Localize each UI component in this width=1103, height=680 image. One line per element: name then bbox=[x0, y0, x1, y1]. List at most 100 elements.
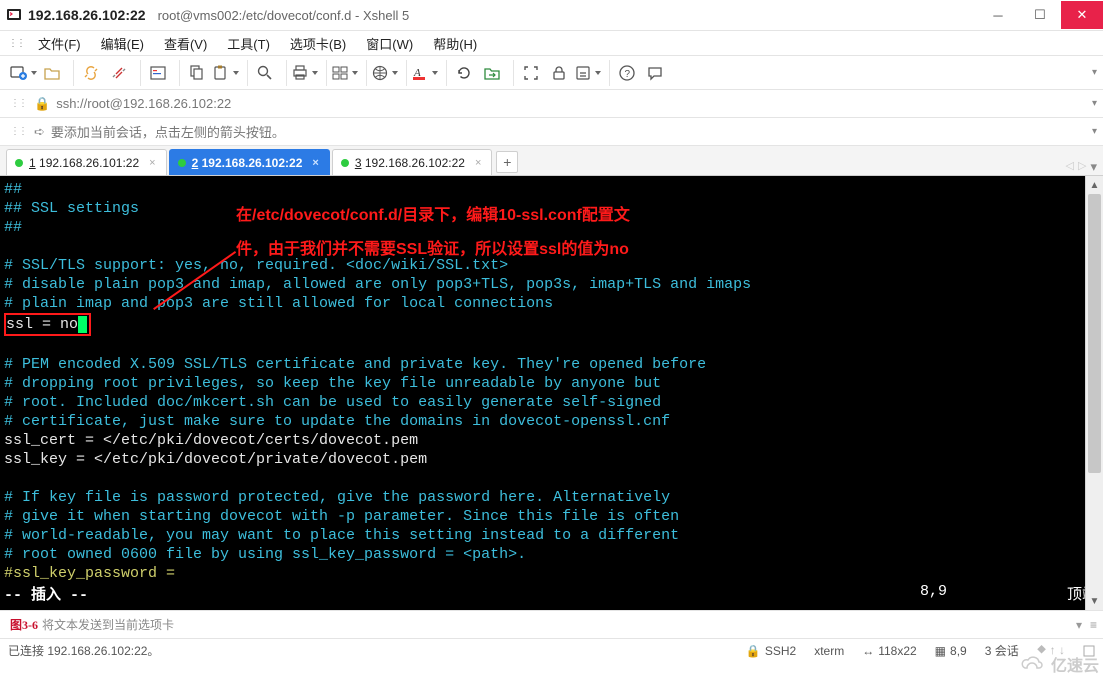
annotation-text: 在/etc/dovecot/conf.d/目录下，编辑10-ssl.conf配置… bbox=[236, 204, 630, 262]
tab-label: 192.168.26.102:22 bbox=[202, 156, 303, 170]
term-size: 118x22 bbox=[878, 644, 916, 658]
tab-bar: 1 192.168.26.101:22 × 2 192.168.26.102:2… bbox=[0, 146, 1103, 176]
toolbar-overflow-icon[interactable]: ▾ bbox=[1092, 67, 1097, 78]
session-tab-3[interactable]: 3 192.168.26.102:22 × bbox=[332, 149, 493, 175]
editor-mode: -- 插入 -- bbox=[4, 583, 88, 604]
address-overflow-icon[interactable]: ▾ bbox=[1092, 98, 1097, 109]
tab-index: 2 bbox=[192, 156, 199, 170]
chevron-down-icon bbox=[392, 71, 398, 75]
chevron-down-icon bbox=[31, 71, 37, 75]
menu-edit[interactable]: 编辑(E) bbox=[91, 34, 154, 53]
toolbar: A ? ▾ bbox=[0, 56, 1103, 90]
tab-scroll-left-icon[interactable]: ◁ bbox=[1066, 159, 1074, 175]
xftp-button[interactable] bbox=[479, 60, 505, 86]
resize-icon: ↔ bbox=[862, 644, 874, 658]
session-tab-2[interactable]: 2 192.168.26.102:22 × bbox=[169, 149, 330, 175]
tab-label: 192.168.26.101:22 bbox=[39, 156, 139, 170]
session-url[interactable]: ssh://root@192.168.26.102:22 bbox=[56, 96, 231, 111]
tab-list-dropdown-icon[interactable]: ▾ bbox=[1090, 159, 1097, 175]
status-bar: 已连接 192.168.26.102:22。 🔒 SSH2 xterm ↔ 11… bbox=[0, 638, 1103, 662]
chevron-down-icon bbox=[432, 71, 438, 75]
minimize-button[interactable]: ─ bbox=[977, 1, 1019, 29]
size-seg: ↔ 118x22 bbox=[862, 644, 916, 658]
proto-label: SSH2 bbox=[765, 644, 796, 658]
connection-status: 已连接 192.168.26.102:22。 bbox=[8, 642, 159, 659]
hint-bar: ⋮⋮ ➪ 要添加当前会话，点击左侧的箭头按钮。 ▾ bbox=[0, 118, 1103, 146]
chevron-down-icon bbox=[312, 71, 318, 75]
editor-cursor: 8,9 bbox=[920, 583, 947, 604]
refresh-button[interactable] bbox=[451, 60, 477, 86]
term-type: xterm bbox=[814, 644, 844, 658]
close-tab-icon[interactable]: × bbox=[312, 157, 318, 169]
session-nav[interactable]: ⯁ ↑ ↓ bbox=[1037, 643, 1065, 658]
maximize-button[interactable]: ☐ bbox=[1019, 1, 1061, 29]
close-button[interactable]: ✕ bbox=[1061, 1, 1103, 29]
menu-view[interactable]: 查看(V) bbox=[154, 34, 217, 53]
menu-tool[interactable]: 工具(T) bbox=[217, 34, 280, 53]
close-tab-icon[interactable]: × bbox=[149, 157, 155, 169]
find-button[interactable] bbox=[252, 60, 278, 86]
new-session-button[interactable] bbox=[10, 60, 37, 86]
open-session-button[interactable] bbox=[39, 60, 65, 86]
editor-status-row: -- 插入 -- 8,9 顶端 bbox=[4, 583, 1097, 604]
hint-text: 要添加当前会话，点击左侧的箭头按钮。 bbox=[51, 122, 285, 141]
chat-button[interactable] bbox=[642, 60, 668, 86]
chevron-down-icon bbox=[352, 71, 358, 75]
encoding-button[interactable] bbox=[371, 60, 398, 86]
grip-icon: ⋮⋮ bbox=[10, 98, 26, 109]
annotation-line-1: 在/etc/dovecot/conf.d/目录下，编辑10-ssl.conf配置… bbox=[236, 204, 630, 228]
grid-icon: ▦ bbox=[935, 644, 946, 658]
term-rowcol: 8,9 bbox=[950, 644, 967, 658]
send-text-bar: 图3-6 将文本发送到当前选项卡 ▾ ≡ bbox=[0, 610, 1103, 638]
window-title-ip: 192.168.26.102:22 bbox=[28, 7, 146, 23]
vertical-scrollbar[interactable]: ▲ ▼ bbox=[1085, 176, 1103, 610]
hint-overflow-icon[interactable]: ▾ bbox=[1092, 126, 1097, 137]
new-tab-button[interactable]: + bbox=[496, 151, 518, 173]
close-tab-icon[interactable]: × bbox=[475, 157, 481, 169]
menu-help[interactable]: 帮助(H) bbox=[423, 34, 487, 53]
tab-scroll-right-icon[interactable]: ▷ bbox=[1078, 159, 1086, 175]
rowcol-seg: ▦ 8,9 bbox=[935, 644, 967, 658]
paste-button[interactable] bbox=[212, 60, 239, 86]
scroll-thumb[interactable] bbox=[1088, 194, 1101, 473]
help-button[interactable]: ? bbox=[614, 60, 640, 86]
send-menu-icon[interactable]: ≡ bbox=[1090, 618, 1097, 632]
address-bar: ⋮⋮ 🔒 ssh://root@192.168.26.102:22 ▾ bbox=[0, 90, 1103, 118]
reconnect-button[interactable] bbox=[78, 60, 104, 86]
fullscreen-button[interactable] bbox=[518, 60, 544, 86]
copy-button[interactable] bbox=[184, 60, 210, 86]
layout-button[interactable] bbox=[331, 60, 358, 86]
scroll-up-icon[interactable]: ▲ bbox=[1086, 176, 1103, 194]
properties-button[interactable] bbox=[145, 60, 171, 86]
session-tab-1[interactable]: 1 192.168.26.101:22 × bbox=[6, 149, 167, 175]
menu-window[interactable]: 窗口(W) bbox=[356, 34, 423, 53]
status-dot-icon bbox=[178, 159, 186, 167]
lock-button[interactable] bbox=[546, 60, 572, 86]
send-text-placeholder[interactable]: 将文本发送到当前选项卡 bbox=[42, 616, 174, 633]
font-color-button[interactable]: A bbox=[411, 60, 438, 86]
menu-bar: ⋮⋮ 文件(F) 编辑(E) 查看(V) 工具(T) 选项卡(B) 窗口(W) … bbox=[0, 30, 1103, 56]
lock-icon: 🔒 bbox=[34, 96, 50, 112]
arrow-icon[interactable]: ➪ bbox=[34, 124, 45, 140]
print-button[interactable] bbox=[291, 60, 318, 86]
menu-file[interactable]: 文件(F) bbox=[28, 34, 91, 53]
menu-tabs[interactable]: 选项卡(B) bbox=[280, 34, 356, 53]
menu-grip-icon: ⋮⋮ bbox=[8, 38, 24, 49]
grip-icon: ⋮⋮ bbox=[10, 126, 26, 137]
scroll-track[interactable] bbox=[1086, 194, 1103, 592]
disconnect-button[interactable] bbox=[106, 60, 132, 86]
scroll-down-icon[interactable]: ▼ bbox=[1086, 592, 1103, 610]
figure-label: 图3-6 bbox=[10, 616, 38, 633]
app-icon bbox=[6, 7, 22, 23]
caps-indicator bbox=[1083, 645, 1095, 657]
lock-icon: 🔒 bbox=[746, 644, 761, 658]
terminal-area: ## ## SSL settings ## # SSL/TLS support:… bbox=[0, 176, 1103, 610]
script-button[interactable] bbox=[574, 60, 601, 86]
title-bar: 192.168.26.102:22 root@vms002:/etc/dovec… bbox=[0, 0, 1103, 30]
send-dropdown-icon[interactable]: ▾ bbox=[1076, 618, 1082, 632]
svg-text:?: ? bbox=[625, 69, 631, 80]
tab-index: 3 bbox=[355, 156, 362, 170]
window-title-path: root@vms002:/etc/dovecot/conf.d - Xshell… bbox=[158, 8, 410, 23]
chevron-down-icon bbox=[233, 71, 239, 75]
proto-seg: 🔒 SSH2 bbox=[746, 644, 796, 658]
